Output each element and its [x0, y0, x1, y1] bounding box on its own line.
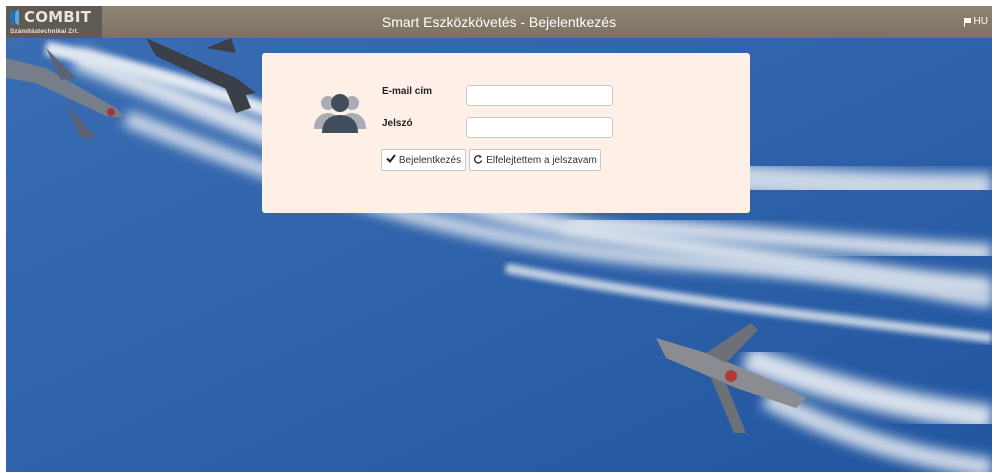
login-button-label: Bejelentkezés	[398, 154, 462, 166]
refresh-icon	[473, 154, 483, 167]
password-label: Jelszó	[382, 118, 413, 129]
language-selector[interactable]: HU	[963, 6, 988, 38]
forgot-password-button[interactable]: Elfelejtettem a jelszavam	[469, 149, 601, 171]
language-label: HU	[973, 16, 988, 27]
users-icon	[314, 94, 366, 133]
flag-icon	[963, 17, 972, 27]
app-frame: COMBIT Számítástechnikai Zrt. Smart Eszk…	[6, 6, 992, 472]
login-panel: E-mail cím Jelszó Bejelentkezés Elfelejt…	[262, 53, 750, 213]
email-label: E-mail cím	[382, 86, 433, 97]
forgot-password-label: Elfelejtettem a jelszavam	[486, 154, 597, 166]
check-icon	[386, 154, 396, 166]
login-button[interactable]: Bejelentkezés	[381, 149, 466, 171]
page-title: Smart Eszközkövetés - Bejelentkezés	[381, 14, 617, 30]
header-bar: COMBIT Számítástechnikai Zrt. Smart Eszk…	[6, 6, 992, 38]
password-field[interactable]	[466, 117, 613, 138]
email-field[interactable]	[466, 85, 613, 106]
